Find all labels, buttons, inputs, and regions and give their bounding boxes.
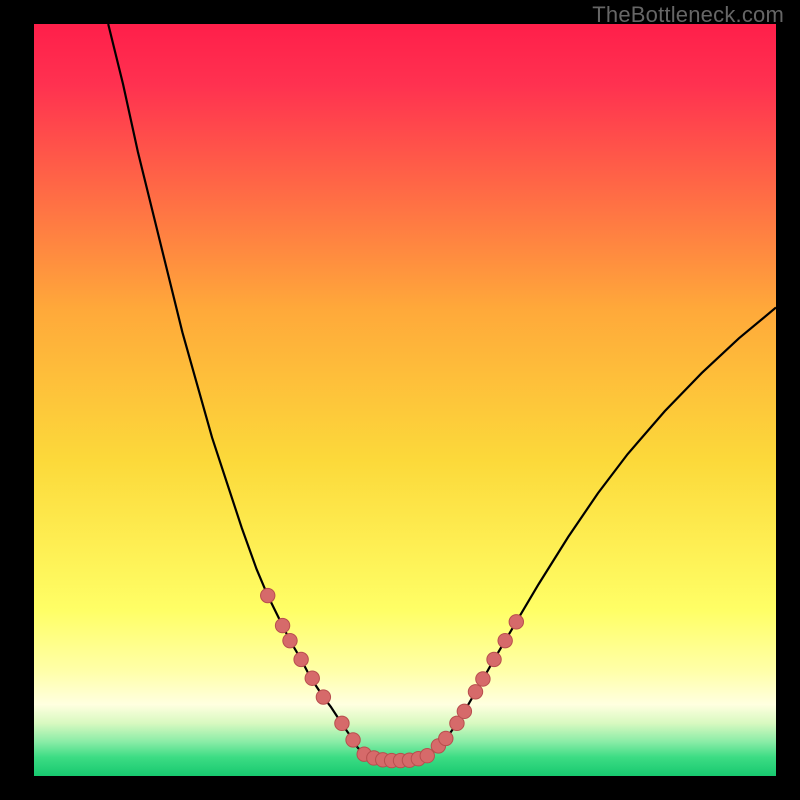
data-marker <box>275 618 289 632</box>
curve-left-branch <box>108 24 357 747</box>
data-marker <box>294 652 308 666</box>
plot-area <box>34 24 776 776</box>
data-marker <box>261 588 275 602</box>
data-marker <box>439 731 453 745</box>
marker-group <box>261 588 524 767</box>
data-marker <box>468 685 482 699</box>
data-marker <box>509 615 523 629</box>
data-marker <box>283 633 297 647</box>
data-marker <box>498 633 512 647</box>
data-marker <box>305 671 319 685</box>
data-marker <box>476 672 490 686</box>
chart-stage: TheBottleneck.com <box>0 0 800 800</box>
data-marker <box>335 716 349 730</box>
curve-layer <box>34 24 776 776</box>
data-marker <box>420 749 434 763</box>
data-marker <box>457 704 471 718</box>
data-marker <box>487 652 501 666</box>
data-marker <box>346 733 360 747</box>
data-marker <box>316 690 330 704</box>
